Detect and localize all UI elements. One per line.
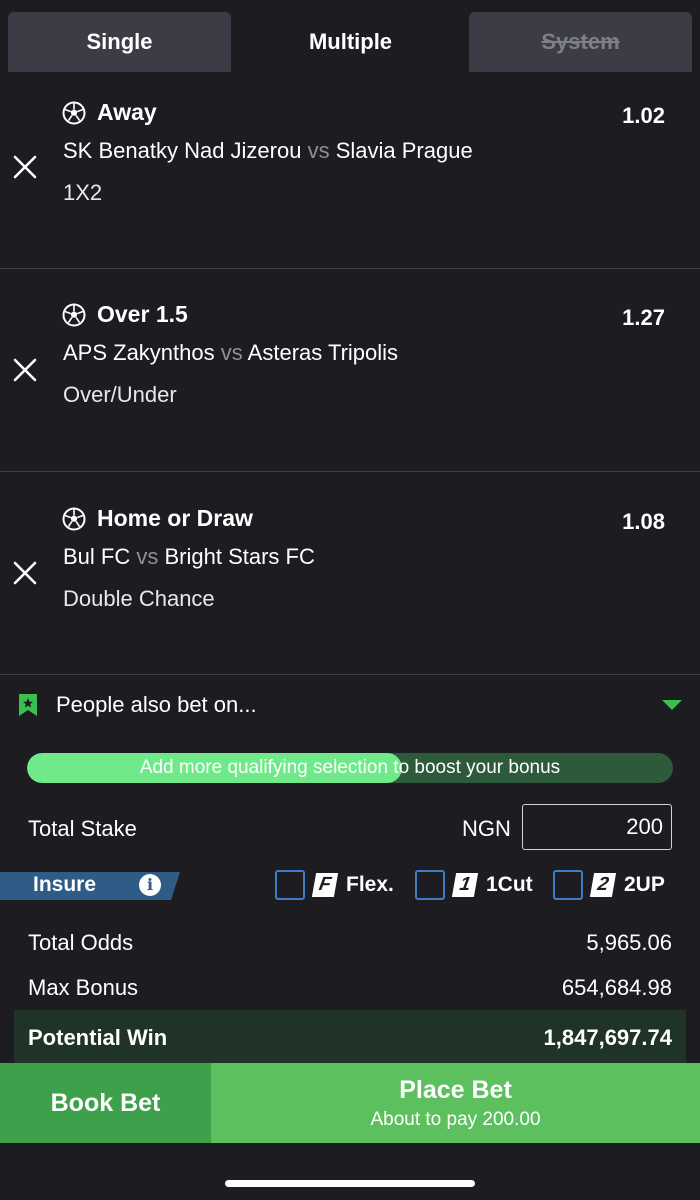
away-team: Asteras Tripolis <box>247 340 399 365</box>
max-bonus-label: Max Bonus <box>28 975 139 1000</box>
soccer-ball-icon <box>62 101 86 124</box>
currency-label: NGN <box>462 816 511 841</box>
bonus-progress-bar: Add more qualifying selection to boost y… <box>27 753 673 783</box>
pick-row: Over 1.5 <box>62 301 188 328</box>
selection-odds: 1.08 <box>622 509 665 534</box>
caret-down-icon[interactable] <box>662 700 682 710</box>
total-odds-label: Total Odds <box>28 930 134 955</box>
tab-single[interactable]: Single <box>8 12 231 72</box>
one-cut-label: 1Cut <box>486 873 533 896</box>
match-name: APS Zakynthos vs Asteras Tripolis <box>63 340 398 366</box>
stake-row: Total Stake NGN <box>0 804 700 852</box>
place-bet-label: Place Bet <box>399 1075 512 1104</box>
potential-win-row: Potential Win 1,847,697.74 <box>14 1010 686 1063</box>
market-name: 1X2 <box>63 180 103 205</box>
remove-selection-button[interactable] <box>10 355 40 385</box>
one-cut-option: 1 1Cut <box>415 870 533 900</box>
flex-label: Flex. <box>346 873 394 896</box>
home-team: APS Zakynthos <box>63 340 215 365</box>
bookmark-star-icon <box>19 694 37 716</box>
pick-row: Away <box>62 99 157 126</box>
soccer-ball-icon <box>62 303 86 326</box>
vs-label: vs <box>307 138 330 163</box>
max-bonus-row: Max Bonus 654,684.98 <box>0 969 700 1009</box>
soccer-ball-icon <box>62 507 86 530</box>
home-team: Bul FC <box>63 544 131 569</box>
insure-label: Insure <box>33 873 97 896</box>
away-team: Slavia Prague <box>335 138 473 163</box>
selection-card: Away 1.02 SK Benatky Nad Jizerou vs Slav… <box>0 72 700 269</box>
book-bet-button[interactable]: Book Bet <box>0 1063 211 1143</box>
tab-multiple[interactable]: Multiple <box>239 12 462 72</box>
home-indicator[interactable] <box>225 1180 475 1187</box>
one-cut-badge-icon: 1 <box>451 873 479 897</box>
total-odds-row: Total Odds 5,965.06 <box>0 924 700 964</box>
remove-selection-button[interactable] <box>10 558 40 588</box>
flex-option: F Flex. <box>275 870 394 900</box>
people-also-bet-toggle[interactable]: People also bet on... <box>0 676 700 734</box>
two-up-label: 2UP <box>624 873 665 896</box>
flex-badge-icon: F <box>311 873 339 897</box>
close-icon <box>13 358 37 382</box>
potential-win-label: Potential Win <box>28 1025 168 1050</box>
place-bet-amount: About to pay 200.00 <box>370 1108 541 1130</box>
remove-selection-button[interactable] <box>10 152 40 182</box>
people-also-bet-label: People also bet on... <box>56 692 257 717</box>
away-team: Bright Stars FC <box>164 544 315 569</box>
pick-name: Away <box>97 99 157 125</box>
market-name: Double Chance <box>63 586 215 611</box>
insure-row: Insure i F Flex. 1 1Cut 2 2UP <box>0 866 700 904</box>
selection-card: Home or Draw 1.08 Bul FC vs Bright Stars… <box>0 472 700 675</box>
close-icon <box>13 561 37 585</box>
total-stake-label: Total Stake <box>28 816 137 841</box>
bonus-message: Add more qualifying selection to boost y… <box>139 757 561 778</box>
two-up-option: 2 2UP <box>553 870 665 900</box>
home-team: SK Benatky Nad Jizerou <box>63 138 302 163</box>
vs-label: vs <box>220 340 243 365</box>
pick-row: Home or Draw <box>62 505 253 532</box>
total-odds-value: 5,965.06 <box>586 930 672 955</box>
stake-input[interactable] <box>522 804 672 850</box>
match-name: SK Benatky Nad Jizerou vs Slavia Prague <box>63 138 473 164</box>
pick-name: Home or Draw <box>97 505 253 531</box>
vs-label: vs <box>136 544 159 569</box>
close-icon <box>13 155 37 179</box>
pick-name: Over 1.5 <box>97 301 188 327</box>
info-icon[interactable]: i <box>139 874 161 896</box>
potential-win-value: 1,847,697.74 <box>543 1025 672 1050</box>
one-cut-checkbox[interactable] <box>415 870 445 900</box>
selection-odds: 1.02 <box>622 103 665 128</box>
bet-type-tabs: Single Multiple System <box>0 0 700 72</box>
max-bonus-value: 654,684.98 <box>561 975 672 1000</box>
tab-system: System <box>469 12 692 72</box>
match-name: Bul FC vs Bright Stars FC <box>63 544 315 570</box>
selection-odds: 1.27 <box>622 305 665 330</box>
two-up-badge-icon: 2 <box>589 873 617 897</box>
place-bet-button[interactable]: Place Bet About to pay 200.00 <box>211 1063 700 1143</box>
market-name: Over/Under <box>63 382 177 407</box>
flex-checkbox[interactable] <box>275 870 305 900</box>
selection-card: Over 1.5 1.27 APS Zakynthos vs Asteras T… <box>0 269 700 472</box>
two-up-checkbox[interactable] <box>553 870 583 900</box>
